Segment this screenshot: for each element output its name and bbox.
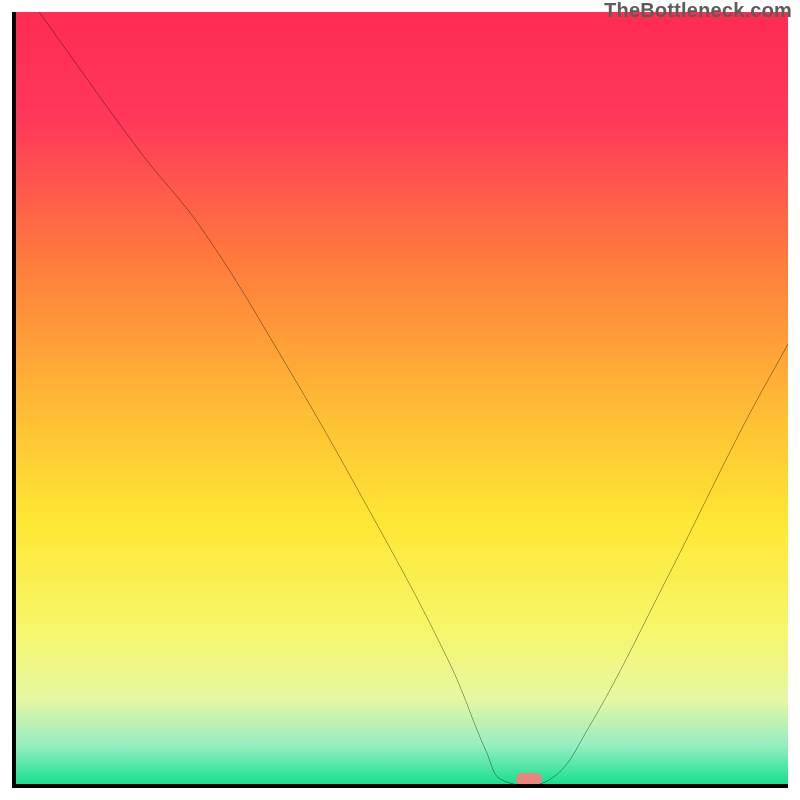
bottleneck-curve [16,12,788,784]
watermark-text: TheBottleneck.com [604,0,792,23]
chart-container: TheBottleneck.com [0,0,800,800]
optimal-marker [516,773,542,785]
plot-area [12,12,788,788]
